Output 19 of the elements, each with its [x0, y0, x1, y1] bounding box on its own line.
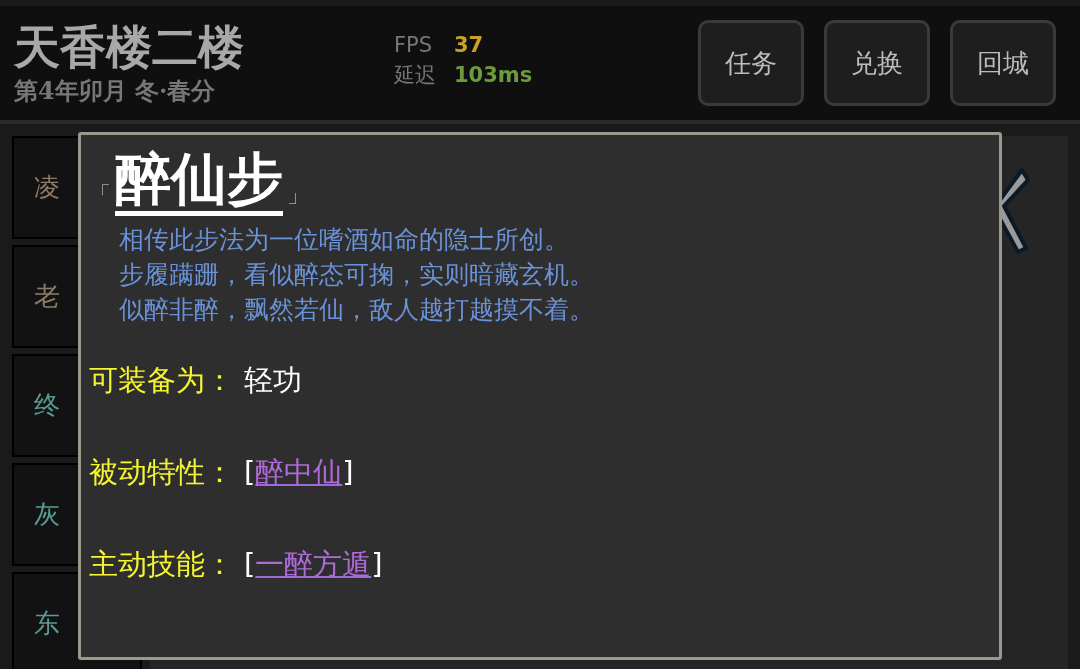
- bracket-mark: 「: [89, 181, 111, 209]
- skill-title: 醉仙步: [115, 147, 283, 216]
- stat-label: FPS: [394, 33, 434, 57]
- stat-value: 37: [454, 33, 485, 57]
- field-value: 轻功: [244, 362, 302, 399]
- bracket: [: [244, 547, 256, 581]
- stat-label: 延迟: [394, 62, 436, 89]
- stat-value: 103ms: [454, 63, 533, 87]
- skill-link[interactable]: 一醉方遁: [255, 547, 372, 581]
- menu-button[interactable]: 回城: [950, 20, 1056, 106]
- bracket: [: [244, 455, 256, 489]
- bracket: ]: [371, 547, 383, 581]
- bracket: ]: [342, 455, 354, 489]
- location-title: 天香楼二楼: [14, 19, 245, 75]
- game-date: 第4年卯月 冬·春分: [14, 75, 217, 107]
- skill-link[interactable]: 醉中仙: [255, 455, 343, 489]
- menu-button[interactable]: 兑换: [824, 20, 930, 106]
- bracket-mark: 」: [287, 181, 309, 209]
- menu-button[interactable]: 任务: [698, 20, 804, 106]
